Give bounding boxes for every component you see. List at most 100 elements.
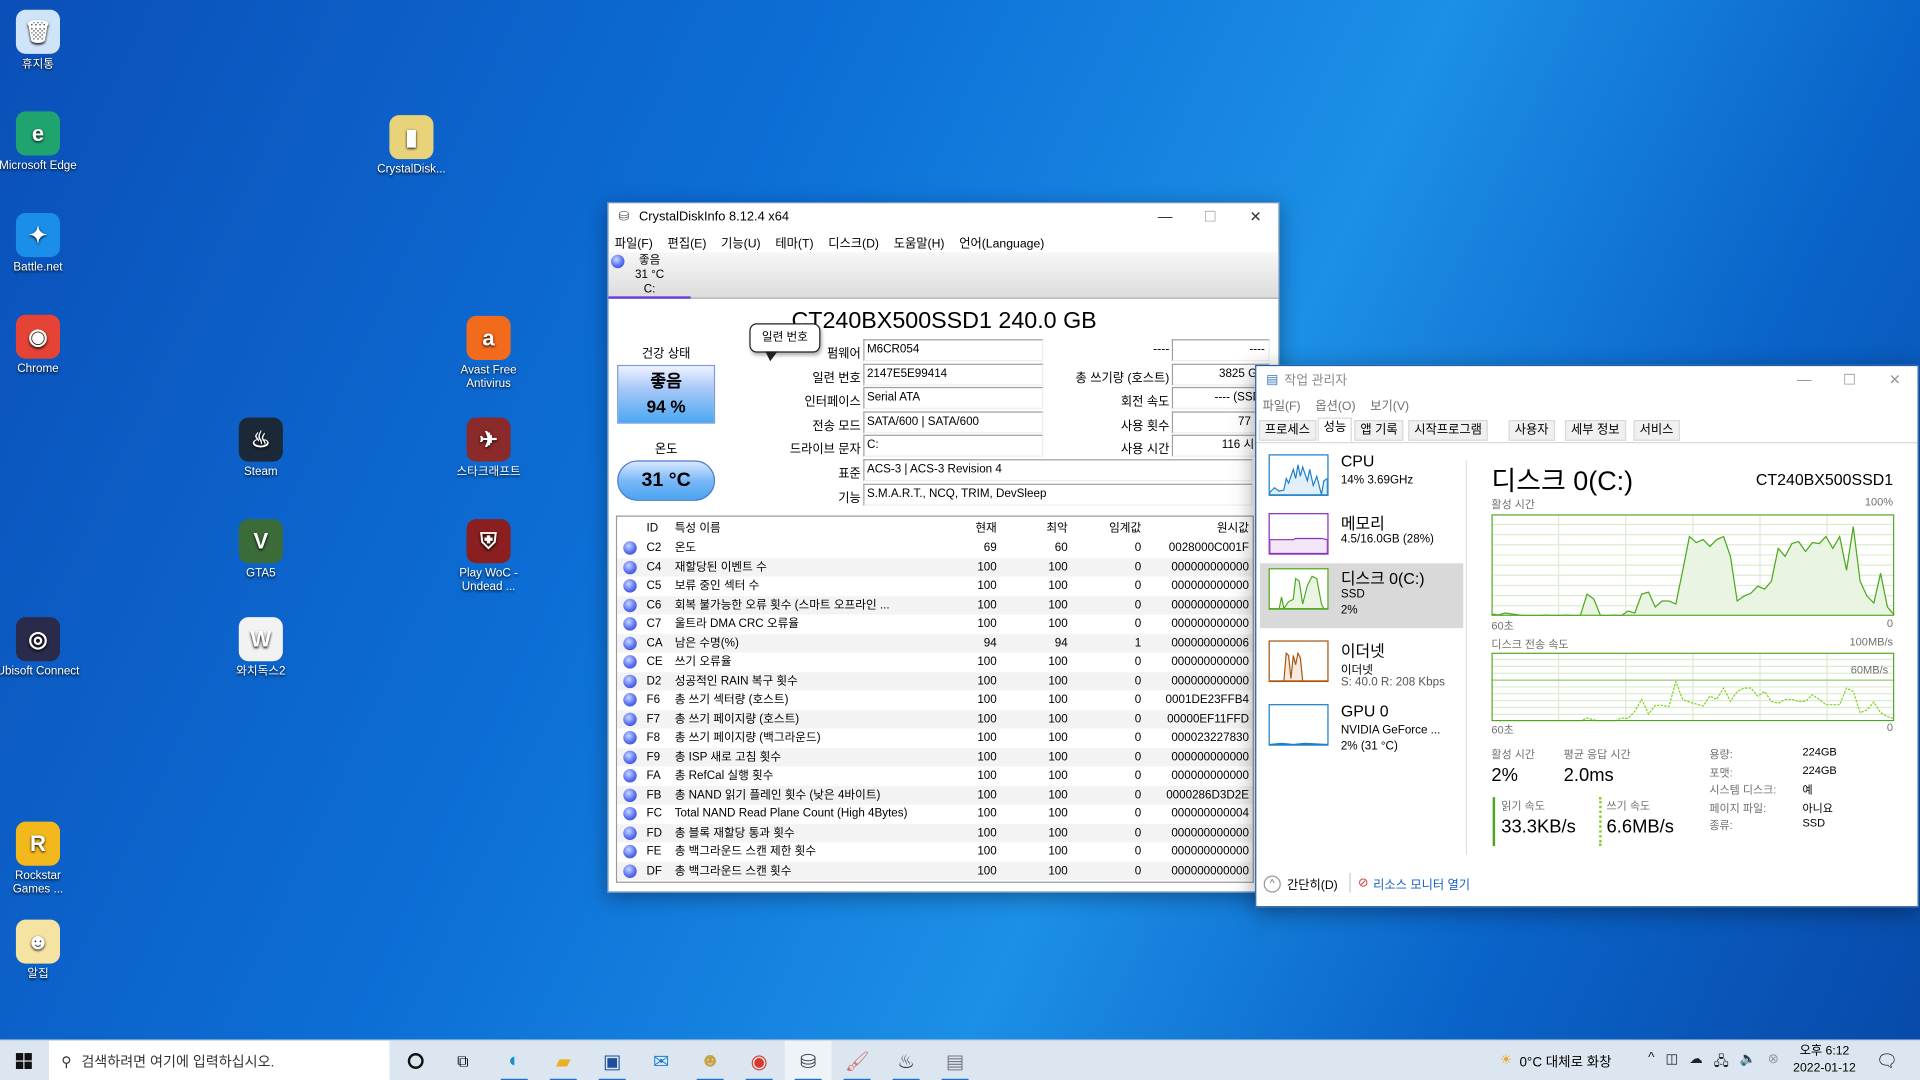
desktop-icon[interactable]: ⛨ Play WoC - Undead ... — [446, 519, 532, 594]
smart-row[interactable]: D2 성공적인 RAIN 복구 횟수 100 100 0 000000000000 — [617, 671, 1253, 691]
column-header[interactable]: ID — [647, 519, 674, 538]
column-header[interactable]: 특성 이름 — [675, 519, 963, 538]
smart-row[interactable]: F9 총 ISP 새로 고침 횟수 100 100 0 000000000000 — [617, 747, 1253, 767]
desktop-icon[interactable]: W 와치독스2 — [218, 617, 304, 678]
search-box[interactable]: ⚲ 검색하려면 여기에 입력하십시오. — [48, 1040, 390, 1080]
close-button[interactable]: ✕ — [1233, 203, 1278, 230]
maximize-button[interactable]: ☐ — [1827, 366, 1872, 393]
menu-item[interactable]: 언어(Language) — [959, 232, 1044, 250]
tab-5[interactable]: 세부 정보 — [1564, 420, 1626, 441]
desktop-icon[interactable]: ✈ 스타크래프트 — [446, 417, 532, 479]
taskbar-edge[interactable]: ◐ — [491, 1041, 538, 1080]
temperature-pill[interactable]: 31 °C — [617, 460, 716, 501]
column-header[interactable]: 원시값 — [1144, 519, 1249, 538]
taskbar-explorer[interactable]: ▰ — [540, 1041, 587, 1080]
clock[interactable]: 오후 6:12 2022-01-12 — [1790, 1043, 1859, 1077]
start-button[interactable] — [0, 1041, 47, 1080]
smart-cell: CA — [646, 636, 663, 650]
smart-row[interactable]: F6 총 쓰기 섹터량 (호스트) 100 100 0 0001DE23FFB4 — [617, 690, 1253, 710]
desktop-icon[interactable]: ◉ Chrome — [0, 314, 81, 376]
smart-row[interactable]: FE 총 백그라운드 스캔 제한 횟수 100 100 0 000000000000 — [617, 842, 1253, 862]
perf-item-0[interactable]: CPU 14% 3.69GHz — [1260, 449, 1463, 505]
maximize-button[interactable]: ☐ — [1188, 203, 1233, 230]
fewer-details-button[interactable]: ^ 간단히(D) — [1263, 874, 1338, 893]
smart-row[interactable]: F7 총 쓰기 페이지량 (호스트) 100 100 0 00000EF11FFD — [617, 709, 1253, 729]
smart-row[interactable]: C4 재할당된 이벤트 수 100 100 0 000000000000 — [617, 557, 1253, 577]
desktop-icon[interactable]: R Rockstar Games ... — [0, 821, 81, 897]
smart-cell: 00000EF11FFD — [1167, 712, 1249, 726]
cortana-button[interactable] — [392, 1041, 439, 1080]
desktop-icon[interactable]: ☻ 알집 — [0, 919, 81, 981]
tab-4[interactable]: 사용자 — [1508, 420, 1555, 441]
taskbar-alzip[interactable]: ☻ — [687, 1041, 734, 1080]
desktop-icon[interactable]: a Avast Free Antivirus — [446, 315, 532, 391]
menu-item[interactable]: 기능(U) — [721, 232, 761, 250]
taskbar-mail[interactable]: ✉ — [638, 1041, 685, 1080]
volume-icon[interactable]: 🔈 — [1740, 1051, 1757, 1074]
weather-widget[interactable]: ☀ 0°C 대체로 화창 — [1500, 1052, 1612, 1072]
smart-row[interactable]: F8 총 쓰기 페이지량 (백그라운드) 100 100 0 000023227830 — [617, 728, 1253, 748]
network-icon[interactable]: 🖧 — [1714, 1051, 1729, 1074]
tab-6[interactable]: 서비스 — [1633, 420, 1680, 441]
smart-row[interactable]: C5 보류 중인 섹터 수 100 100 0 000000000000 — [617, 576, 1253, 596]
smart-row[interactable]: C6 회복 불가능한 오류 횟수 (스마트 오프라인 ... 100 100 0 0000… — [617, 595, 1253, 615]
minimize-button[interactable]: — — [1142, 203, 1187, 230]
error-icon[interactable]: ⊗ — [1768, 1051, 1779, 1074]
menu-item[interactable]: 보기(V) — [1370, 395, 1409, 413]
drive-tab-c[interactable]: 좋음 31 °C C: — [608, 252, 691, 299]
menu-item[interactable]: 디스크(D) — [828, 232, 879, 250]
perf-item-3[interactable]: 이더넷 이더넷 S: 40.0 R: 208 Kbps — [1260, 636, 1463, 692]
desktop-icon[interactable]: ✦ Battle.net — [0, 213, 81, 274]
smart-row[interactable]: C7 울트라 DMA CRC 오류율 100 100 0 000000000000 — [617, 614, 1253, 634]
perf-item-4[interactable]: GPU 0 NVIDIA GeForce ... 2% (31 °C) — [1260, 699, 1463, 755]
minimize-button[interactable]: — — [1782, 366, 1827, 393]
smart-row[interactable]: FC Total NAND Read Plane Count (High 4Byt… — [617, 804, 1253, 824]
smart-cell: D2 — [646, 674, 662, 688]
smart-cell: 100 — [1048, 579, 1068, 593]
perf-item-1[interactable]: 메모리 4.5/16.0GB (28%) — [1260, 508, 1463, 564]
menu-item[interactable]: 편집(E) — [668, 232, 707, 250]
smart-row[interactable]: CE 쓰기 오류율 100 100 0 000000000000 — [617, 652, 1253, 672]
close-button[interactable]: ✕ — [1872, 366, 1917, 393]
meet-icon[interactable]: ◫ — [1666, 1051, 1679, 1074]
notifications-button[interactable]: 🗨 — [1864, 1041, 1911, 1080]
tab-2[interactable]: 앱 기록 — [1354, 420, 1404, 441]
desktop-icon[interactable]: 🗑 휴지통 — [0, 9, 81, 71]
smart-row[interactable]: FD 총 블록 재할당 통과 횟수 100 100 0 000000000000 — [617, 823, 1253, 843]
smart-row[interactable]: FB 총 NAND 읽기 플레인 횟수 (낮은 4바이트) 100 100 0 00002… — [617, 785, 1253, 805]
desktop-icon[interactable]: V GTA5 — [218, 519, 304, 580]
title-bar: ▤ 작업 관리자 — ☐ ✕ — [1256, 366, 1917, 393]
chevron-up-icon[interactable]: ^ — [1648, 1051, 1654, 1074]
health-status-box[interactable]: 좋음 94 % — [617, 364, 716, 424]
tab-0[interactable]: 프로세스 — [1258, 420, 1317, 441]
smart-row[interactable]: CA 남은 수명(%) 94 94 1 000000000006 — [617, 633, 1253, 653]
menu-item[interactable]: 도움말(H) — [894, 232, 945, 250]
column-header[interactable]: 최악 — [999, 519, 1067, 538]
smart-row[interactable]: DF 총 백그라운드 스캔 횟수 100 100 0 000000000000 — [617, 861, 1253, 881]
resource-monitor-link[interactable]: ⊘ 리소스 모니터 열기 — [1358, 874, 1470, 893]
taskbar-crystaldiskinfo[interactable]: ⛁ — [784, 1040, 832, 1080]
desktop-icon[interactable]: ♨ Steam — [218, 417, 304, 479]
desktop-icon[interactable]: ▮ CrystalDisk... — [369, 115, 455, 176]
column-header[interactable]: 현재 — [962, 519, 996, 538]
menu-item[interactable]: 테마(T) — [775, 232, 813, 250]
menu-item[interactable]: 파일(F) — [1262, 395, 1300, 413]
desktop-icon[interactable]: e Microsoft Edge — [0, 111, 81, 173]
tab-1[interactable]: 성능 — [1317, 417, 1353, 443]
column-header[interactable]: 임계값 — [1070, 519, 1141, 538]
perf-item-2[interactable]: 디스크 0(C:) SSD 2% — [1260, 563, 1464, 629]
taskbar-store[interactable]: ▣ — [589, 1041, 636, 1080]
smart-row[interactable]: FA 총 RefCal 실행 횟수 100 100 0 000000000000 — [617, 766, 1253, 786]
menu-item[interactable]: 옵션(O) — [1315, 395, 1355, 413]
onedrive-icon[interactable]: ☁ — [1689, 1051, 1702, 1074]
taskbar-chrome[interactable]: ◉ — [736, 1041, 783, 1080]
menu-item[interactable]: 파일(F) — [615, 232, 653, 250]
features-label: 기능 — [838, 492, 861, 506]
taskbar-steam[interactable]: ♨ — [883, 1041, 930, 1080]
desktop-icon[interactable]: ◎ Ubisoft Connect — [0, 617, 81, 678]
taskbar-task-manager[interactable]: ▤ — [932, 1041, 979, 1080]
smart-row[interactable]: C2 온도 69 60 0 0028000C001F — [617, 538, 1253, 558]
taskbar-paint[interactable]: 🖌 — [834, 1041, 881, 1080]
tab-3[interactable]: 시작프로그램 — [1408, 420, 1489, 441]
task-view-button[interactable]: ⧉ — [440, 1041, 487, 1080]
